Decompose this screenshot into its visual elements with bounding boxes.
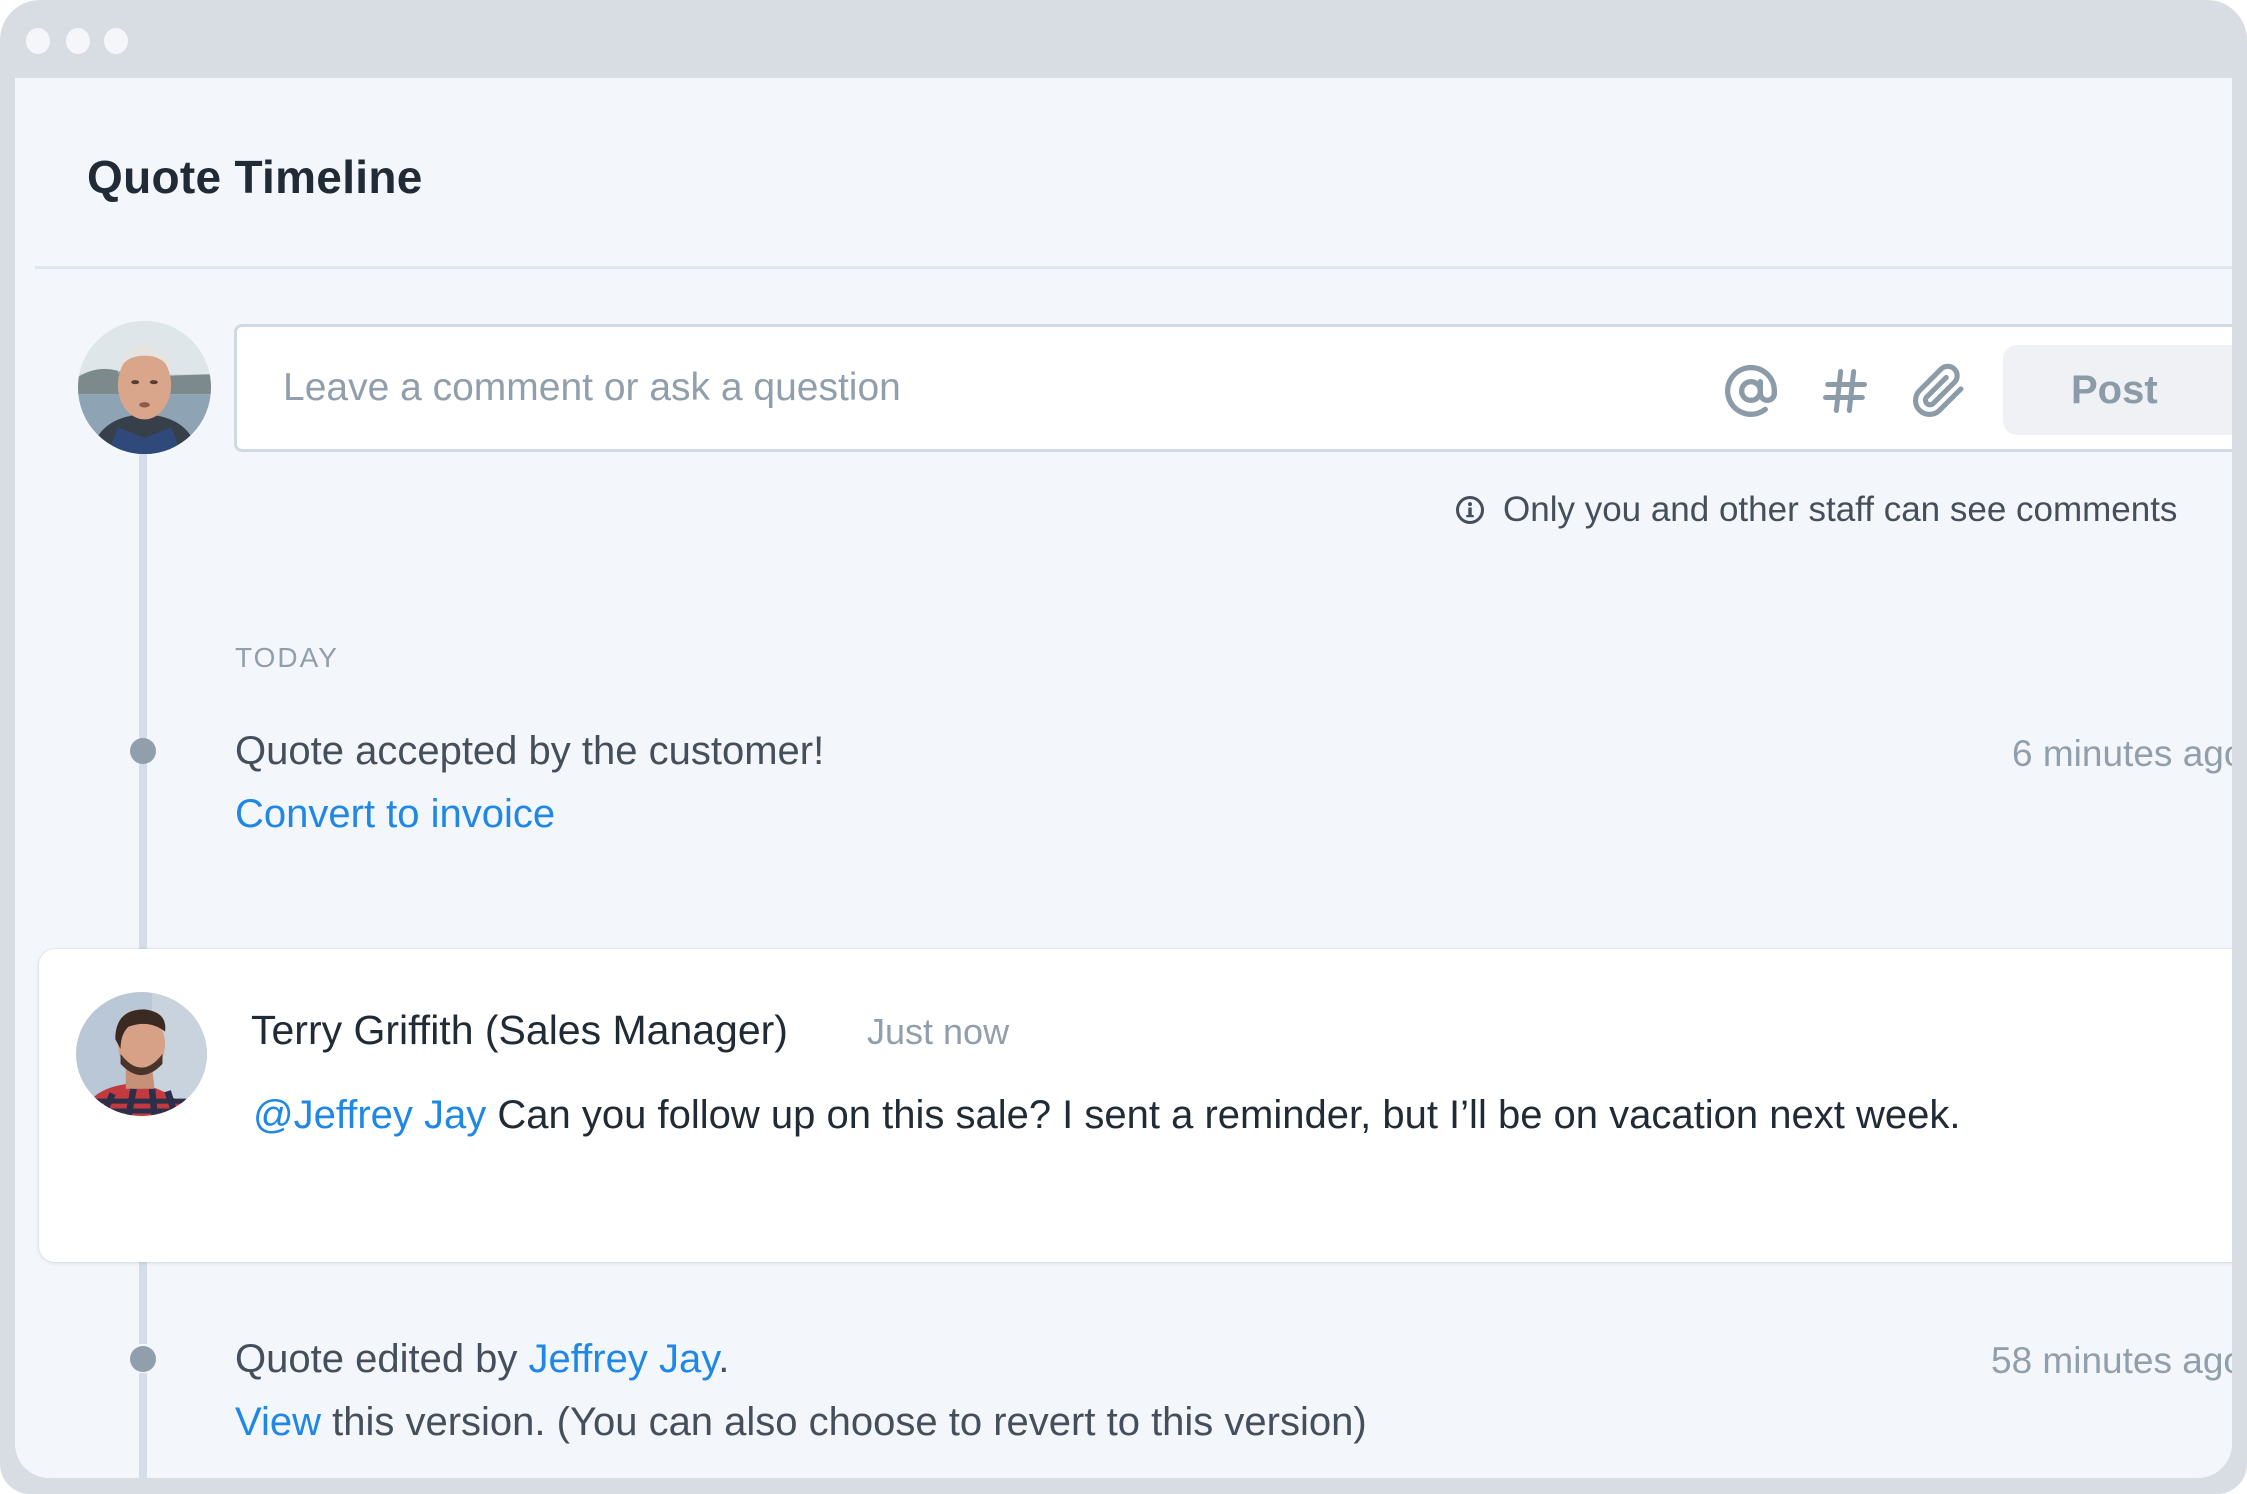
window-close-dot[interactable] (26, 28, 50, 54)
comment-author: Terry Griffith (Sales Manager) (251, 1007, 788, 1053)
mention-link[interactable]: @Jeffrey Jay (253, 1093, 486, 1137)
current-user-avatar (78, 321, 211, 454)
timeline-line (139, 1262, 147, 1344)
attach-button[interactable] (1911, 363, 1967, 419)
paperclip-icon (1912, 363, 1964, 418)
visibility-notice-text: Only you and other staff can see comment… (1503, 490, 2178, 529)
author-avatar (76, 992, 207, 1116)
timeline-dot (130, 738, 156, 764)
app-window: Quote Timeline Leave a comment or ask a … (0, 0, 2247, 1494)
mention-button[interactable] (1723, 363, 1779, 419)
timeline-line (139, 1373, 147, 1478)
comment-card: Terry Griffith (Sales Manager) Just now … (39, 949, 2232, 1262)
hashtag-button[interactable] (1817, 363, 1873, 419)
timeline-line (139, 454, 147, 740)
comment-message: @Jeffrey Jay Can you follow up on this s… (253, 1087, 2153, 1143)
event-quote-edited: Quote edited by Jeffrey Jay. (235, 1337, 729, 1382)
version-detail-text: this version. (You can also choose to re… (320, 1400, 1367, 1444)
quote-timeline-panel: Quote Timeline Leave a comment or ask a … (15, 78, 2232, 1478)
view-version-link[interactable]: View (235, 1400, 321, 1444)
event-prefix: Quote edited by (235, 1337, 529, 1381)
timeline-dot (130, 1346, 156, 1372)
event-suffix: . (718, 1337, 730, 1381)
comment-body: Can you follow up on this sale? I sent a… (486, 1093, 1961, 1137)
event-quote-accepted: Quote accepted by the customer! (235, 729, 825, 773)
event-time: 58 minutes ago (1991, 1340, 2232, 1381)
section-label-today: TODAY (235, 642, 339, 673)
timeline-line (139, 763, 147, 949)
comment-composer: Post (234, 324, 2232, 452)
window-minimize-dot[interactable] (66, 28, 90, 54)
editor-link[interactable]: Jeffrey Jay (529, 1337, 719, 1381)
convert-to-invoice-link[interactable]: Convert to invoice (235, 792, 555, 837)
post-button[interactable]: Post (2003, 345, 2232, 435)
event-time: 6 minutes ago (2012, 733, 2232, 774)
at-sign-icon (1725, 364, 1778, 417)
visibility-notice: Only you and other staff can see comment… (1455, 490, 2177, 530)
hashtag-icon (1823, 369, 1867, 413)
header-divider (35, 266, 2232, 269)
comment-time: Just now (867, 1011, 1010, 1052)
info-icon (1456, 496, 1484, 524)
page-title: Quote Timeline (87, 151, 423, 203)
window-maximize-dot[interactable] (104, 28, 128, 54)
event-version-detail: View this version. (You can also choose … (235, 1400, 1367, 1445)
comment-input[interactable] (283, 327, 1663, 449)
